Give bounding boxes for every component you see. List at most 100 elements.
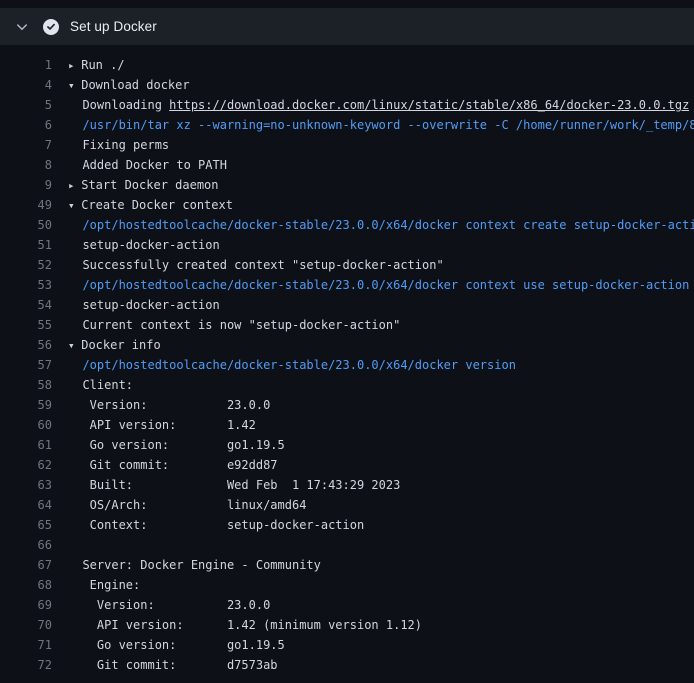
- line-number[interactable]: 51: [0, 235, 52, 255]
- log-content: /usr/bin/tar xz --warning=no-unknown-key…: [52, 115, 694, 135]
- command-text: /opt/hostedtoolcache/docker-stable/23.0.…: [68, 278, 689, 292]
- line-number[interactable]: 8: [0, 155, 52, 175]
- line-number[interactable]: 52: [0, 255, 52, 275]
- line-number[interactable]: 7: [0, 135, 52, 155]
- log-text: setup-docker-action: [68, 298, 220, 312]
- line-number[interactable]: 71: [0, 635, 52, 655]
- log-line[interactable]: 4▾Download docker: [0, 75, 694, 95]
- command-text: /usr/bin/tar xz --warning=no-unknown-key…: [68, 118, 694, 132]
- step-header[interactable]: Set up Docker: [0, 8, 694, 45]
- log-text: API version: 1.42 (minimum version 1.12): [68, 618, 422, 632]
- log-content: Successfully created context "setup-dock…: [52, 255, 444, 275]
- line-number[interactable]: 60: [0, 415, 52, 435]
- log-line[interactable]: 56▾Docker info: [0, 335, 694, 355]
- line-number[interactable]: 64: [0, 495, 52, 515]
- log-content: Engine:: [52, 575, 140, 595]
- line-number[interactable]: 58: [0, 375, 52, 395]
- line-number[interactable]: 1: [0, 55, 52, 75]
- group-header[interactable]: ▾Download docker: [52, 75, 190, 95]
- group-collapsed-icon[interactable]: ▸: [68, 56, 81, 75]
- group-expanded-icon[interactable]: ▾: [68, 76, 81, 95]
- line-number[interactable]: 50: [0, 215, 52, 235]
- log: 1▸Run ./4▾Download docker5 Downloading h…: [0, 45, 694, 675]
- log-line: 63 Built: Wed Feb 1 17:43:29 2023: [0, 475, 694, 495]
- log-line: 54 setup-docker-action: [0, 295, 694, 315]
- log-line: 68 Engine:: [0, 575, 694, 595]
- log-content: Server: Docker Engine - Community: [52, 555, 321, 575]
- log-content: API version: 1.42: [52, 415, 256, 435]
- log-text: Downloading: [68, 98, 169, 112]
- log-line: 60 API version: 1.42: [0, 415, 694, 435]
- group-header[interactable]: ▸Run ./: [52, 55, 125, 75]
- log-text: Added Docker to PATH: [68, 158, 227, 172]
- log-line: 65 Context: setup-docker-action: [0, 515, 694, 535]
- log-line[interactable]: 9▸Start Docker daemon: [0, 175, 694, 195]
- log-content: API version: 1.42 (minimum version 1.12): [52, 615, 422, 635]
- line-number[interactable]: 65: [0, 515, 52, 535]
- chevron-down-icon[interactable]: [14, 19, 30, 35]
- log-text: Fixing perms: [68, 138, 169, 152]
- log-line: 5 Downloading https://download.docker.co…: [0, 95, 694, 115]
- line-number[interactable]: 6: [0, 115, 52, 135]
- line-number[interactable]: 72: [0, 655, 52, 675]
- group-header[interactable]: ▾Docker info: [52, 335, 161, 355]
- line-number[interactable]: 68: [0, 575, 52, 595]
- log-link[interactable]: https://download.docker.com/linux/static…: [169, 98, 689, 112]
- line-number[interactable]: 54: [0, 295, 52, 315]
- line-number[interactable]: 70: [0, 615, 52, 635]
- line-number[interactable]: 56: [0, 335, 52, 355]
- log-text: Go version: go1.19.5: [68, 438, 285, 452]
- line-number[interactable]: 62: [0, 455, 52, 475]
- log-content: Context: setup-docker-action: [52, 515, 364, 535]
- log-content: Version: 23.0.0: [52, 595, 270, 615]
- log-text: OS/Arch: linux/amd64: [68, 498, 306, 512]
- line-number[interactable]: 61: [0, 435, 52, 455]
- log-content: Downloading https://download.docker.com/…: [52, 95, 689, 115]
- line-number[interactable]: 57: [0, 355, 52, 375]
- log-line[interactable]: 1▸Run ./: [0, 55, 694, 75]
- line-number[interactable]: 5: [0, 95, 52, 115]
- check-circle-icon: [43, 19, 59, 35]
- line-number[interactable]: 4: [0, 75, 52, 95]
- line-number[interactable]: 49: [0, 195, 52, 215]
- line-number[interactable]: 63: [0, 475, 52, 495]
- group-label[interactable]: Start Docker daemon: [81, 178, 218, 192]
- line-number[interactable]: 66: [0, 535, 52, 555]
- log-line: 62 Git commit: e92dd87: [0, 455, 694, 475]
- log-content: Client:: [52, 375, 133, 395]
- group-expanded-icon[interactable]: ▾: [68, 336, 81, 355]
- log-content: [52, 535, 68, 555]
- log-text: Built: Wed Feb 1 17:43:29 2023: [68, 478, 400, 492]
- group-label[interactable]: Create Docker context: [81, 198, 233, 212]
- log-line: 67 Server: Docker Engine - Community: [0, 555, 694, 575]
- log-content: /opt/hostedtoolcache/docker-stable/23.0.…: [52, 215, 694, 235]
- log-content: Built: Wed Feb 1 17:43:29 2023: [52, 475, 400, 495]
- group-collapsed-icon[interactable]: ▸: [68, 176, 81, 195]
- line-number[interactable]: 67: [0, 555, 52, 575]
- line-number[interactable]: 9: [0, 175, 52, 195]
- log-line: 70 API version: 1.42 (minimum version 1.…: [0, 615, 694, 635]
- line-number[interactable]: 69: [0, 595, 52, 615]
- group-expanded-icon[interactable]: ▾: [68, 196, 81, 215]
- log-line: 59 Version: 23.0.0: [0, 395, 694, 415]
- group-header[interactable]: ▾Create Docker context: [52, 195, 233, 215]
- log-text: Version: 23.0.0: [68, 598, 270, 612]
- log-line: 57 /opt/hostedtoolcache/docker-stable/23…: [0, 355, 694, 375]
- line-number[interactable]: 59: [0, 395, 52, 415]
- log-line: 52 Successfully created context "setup-d…: [0, 255, 694, 275]
- log-line: 71 Go version: go1.19.5: [0, 635, 694, 655]
- log-content: Git commit: d7573ab: [52, 655, 278, 675]
- log-text: setup-docker-action: [68, 238, 220, 252]
- log-line[interactable]: 49▾Create Docker context: [0, 195, 694, 215]
- log-line: 6 /usr/bin/tar xz --warning=no-unknown-k…: [0, 115, 694, 135]
- group-label[interactable]: Run ./: [81, 58, 124, 72]
- log-content: Fixing perms: [52, 135, 169, 155]
- group-label[interactable]: Download docker: [81, 78, 189, 92]
- line-number[interactable]: 53: [0, 275, 52, 295]
- line-number[interactable]: 55: [0, 315, 52, 335]
- log-line: 61 Go version: go1.19.5: [0, 435, 694, 455]
- log-line: 53 /opt/hostedtoolcache/docker-stable/23…: [0, 275, 694, 295]
- group-header[interactable]: ▸Start Docker daemon: [52, 175, 219, 195]
- group-label[interactable]: Docker info: [81, 338, 160, 352]
- log-text: Engine:: [68, 578, 140, 592]
